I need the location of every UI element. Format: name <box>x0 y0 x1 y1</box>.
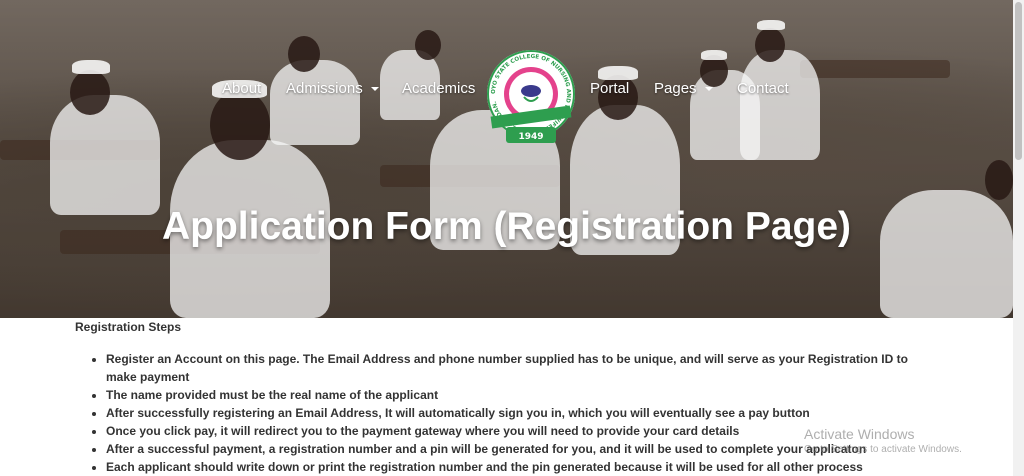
nav-admissions[interactable]: Admissions <box>286 80 379 97</box>
student-figure <box>50 95 160 215</box>
student-head <box>755 28 785 62</box>
nav-pages[interactable]: Pages <box>654 80 713 97</box>
steps-list: Register an Account on this page. The Em… <box>75 350 935 476</box>
student-head <box>210 90 270 160</box>
scrollbar-thumb[interactable] <box>1015 2 1022 160</box>
nav-academics[interactable]: Academics <box>402 80 475 97</box>
college-logo[interactable]: OYO STATE COLLEGE OF NURSING AND MIDWIFE… <box>486 49 576 159</box>
nav-about[interactable]: About <box>222 80 261 97</box>
list-item: Each applicant should write down or prin… <box>106 458 935 476</box>
watermark-title: Activate Windows <box>804 426 915 442</box>
list-item: The name provided must be the real name … <box>106 386 935 404</box>
nav-contact-label: Contact <box>737 80 789 97</box>
nurse-cap <box>72 60 110 74</box>
nav-contact[interactable]: Contact <box>737 80 789 97</box>
student-head <box>288 36 320 72</box>
nav-portal-label: Portal <box>590 80 630 97</box>
student-head <box>415 30 441 60</box>
list-item: Register an Account on this page. The Em… <box>106 350 935 386</box>
student-head <box>985 160 1013 200</box>
chevron-down-icon <box>704 87 713 92</box>
nav-portal[interactable]: Portal <box>590 80 629 97</box>
student-figure <box>270 60 360 145</box>
hero-banner: About Admissions Academics Portal Pages … <box>0 0 1013 318</box>
nurse-cap <box>757 20 785 30</box>
college-crest-icon: OYO STATE COLLEGE OF NURSING AND MIDWIFE… <box>487 50 575 143</box>
nurse-cap <box>598 66 638 80</box>
student-figure <box>740 50 820 160</box>
list-item: After successfully registering an Email … <box>106 404 935 422</box>
nav-pages-label: Pages <box>654 80 697 97</box>
nav-about-label: About <box>222 80 262 97</box>
steps-heading: Registration Steps <box>75 320 182 334</box>
page-scrollbar[interactable] <box>1013 0 1024 476</box>
nurse-cap <box>701 50 727 60</box>
desk-shape <box>800 60 950 78</box>
nav-admissions-label: Admissions <box>286 80 363 97</box>
chevron-down-icon <box>370 87 379 92</box>
page-title: Application Form (Registration Page) <box>161 205 852 248</box>
nav-academics-label: Academics <box>402 80 476 97</box>
logo-year: 1949 <box>518 132 543 142</box>
watermark-subtitle: Go to Settings to activate Windows. <box>804 444 962 455</box>
activate-windows-watermark: Activate Windows Go to Settings to activ… <box>804 426 962 455</box>
